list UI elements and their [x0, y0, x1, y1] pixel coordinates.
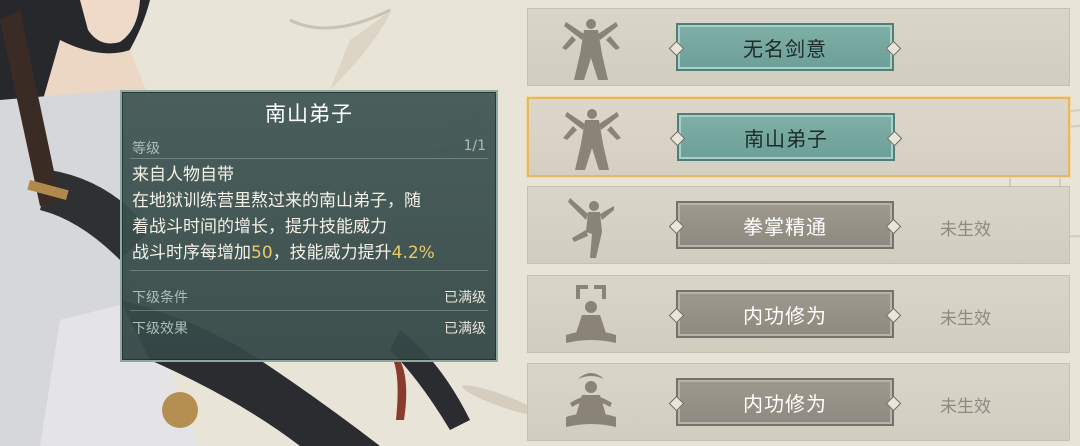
skill-card-1[interactable]: 无名剑意: [527, 8, 1070, 86]
martial-stance-icon: [568, 198, 614, 258]
diamond-ornament: [668, 307, 685, 324]
skill-name: 拳掌精通: [743, 214, 827, 239]
source-text: 来自人物自带: [132, 165, 234, 185]
effect-value-percent: 4.2%: [391, 243, 435, 263]
next-condition-label: 下级条件: [132, 290, 188, 306]
diamond-ornament: [668, 395, 685, 412]
next-effect-value: 已满级: [444, 321, 486, 337]
skill-button-4[interactable]: 内功修为: [668, 290, 902, 338]
divider: [130, 158, 488, 159]
skill-card-2[interactable]: 南山弟子: [527, 97, 1070, 177]
diamond-ornament: [668, 40, 685, 57]
skill-status: 未生效: [940, 309, 991, 329]
effect-value-interval: 50: [251, 243, 273, 263]
skill-button-1[interactable]: 无名剑意: [668, 23, 902, 71]
skill-name: 南山弟子: [744, 126, 828, 151]
skill-card-5[interactable]: 内功修为 未生效: [527, 363, 1070, 441]
diamond-ornament: [886, 130, 903, 147]
diamond-ornament: [885, 307, 902, 324]
meditation-aura-icon: [566, 373, 616, 427]
skill-button-2[interactable]: 南山弟子: [669, 113, 903, 161]
effect-middle: ，技能威力提升: [272, 243, 392, 263]
effect-prefix: 战斗时序每增加: [132, 243, 251, 263]
level-label: 等级: [132, 141, 160, 157]
skill-status: 未生效: [940, 397, 991, 417]
skill-button-3[interactable]: 拳掌精通: [668, 201, 902, 249]
skill-status: 未生效: [940, 220, 991, 240]
swordsman-silhouette-icon: [562, 19, 620, 80]
skill-name: 内功修为: [743, 391, 827, 416]
skill-card-4[interactable]: 内功修为 未生效: [527, 275, 1070, 353]
meditation-icon: [566, 285, 616, 343]
next-condition-value: 已满级: [444, 290, 486, 306]
diamond-ornament: [885, 395, 902, 412]
diamond-ornament: [669, 130, 686, 147]
skill-name: 内功修为: [743, 303, 827, 328]
next-condition-row: 下级条件 已满级: [132, 287, 486, 307]
diamond-ornament: [885, 218, 902, 235]
tooltip-title: 南山弟子: [265, 102, 353, 126]
level-row: 等级 1/1: [132, 138, 486, 158]
divider: [130, 270, 488, 271]
skill-tooltip: 南山弟子 等级 1/1 来自人物自带 在地狱训练营里熬过来的南山弟子，随 着战斗…: [120, 90, 498, 362]
skill-name: 无名剑意: [743, 36, 827, 61]
skill-card-3[interactable]: 拳掌精通 未生效: [527, 186, 1070, 264]
skill-button-5[interactable]: 内功修为: [668, 378, 902, 426]
description-line-2: 着战斗时间的增长，提升技能威力: [132, 217, 387, 237]
effect-line: 战斗时序每增加50，技能威力提升4.2%: [132, 240, 488, 266]
level-value: 1/1: [463, 138, 486, 154]
divider: [130, 310, 488, 311]
description-line-1: 在地狱训练营里熬过来的南山弟子，随: [132, 191, 421, 211]
diamond-ornament: [668, 218, 685, 235]
next-effect-row: 下级效果 已满级: [132, 318, 486, 338]
swordsman-silhouette-icon: [563, 109, 621, 170]
diamond-ornament: [885, 40, 902, 57]
tooltip-description: 来自人物自带 在地狱训练营里熬过来的南山弟子，随 着战斗时间的增长，提升技能威力…: [132, 162, 488, 266]
next-effect-label: 下级效果: [132, 321, 188, 337]
